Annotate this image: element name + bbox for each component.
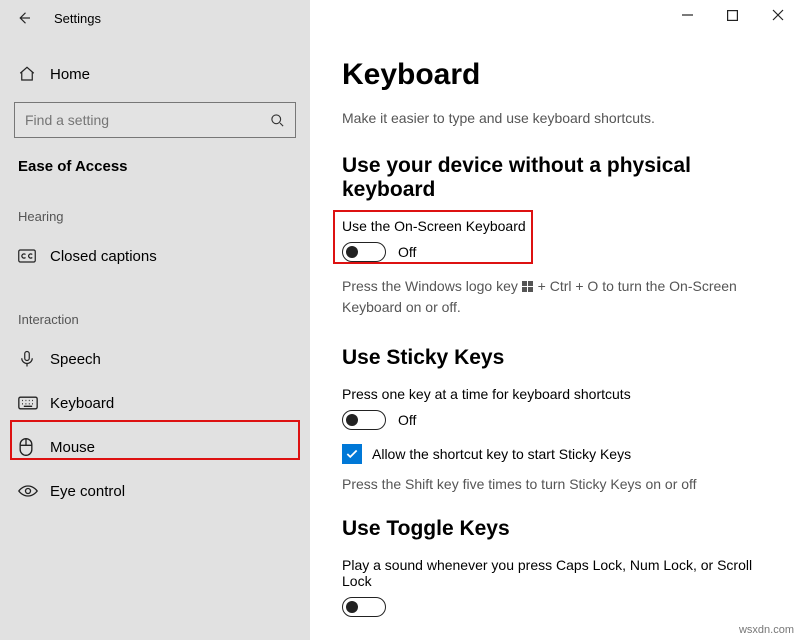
sticky-hint: Press the Shift key five times to turn S… bbox=[342, 474, 768, 495]
sticky-shortcut-checkbox[interactable] bbox=[342, 444, 362, 464]
nav-item-label: Speech bbox=[50, 351, 101, 368]
sticky-label: Press one key at a time for keyboard sho… bbox=[342, 386, 768, 402]
section-sticky-title: Use Sticky Keys bbox=[342, 346, 768, 370]
group-interaction: Interaction bbox=[0, 278, 310, 337]
close-button[interactable] bbox=[755, 0, 800, 30]
search-input[interactable] bbox=[25, 112, 270, 128]
sticky-toggle-state: Off bbox=[398, 412, 416, 428]
eye-icon bbox=[18, 484, 40, 498]
home-icon bbox=[18, 65, 40, 83]
nav-eye-control[interactable]: Eye control bbox=[0, 469, 310, 513]
nav-item-label: Eye control bbox=[50, 483, 125, 500]
osk-hint-a: Press the Windows logo key bbox=[342, 278, 522, 294]
annotation-highlight-osk bbox=[333, 210, 533, 264]
toggle-knob bbox=[346, 414, 358, 426]
page-subtitle: Make it easier to type and use keyboard … bbox=[342, 110, 768, 126]
app-title: Settings bbox=[54, 11, 101, 26]
maximize-button[interactable] bbox=[710, 0, 755, 30]
nav-speech[interactable]: Speech bbox=[0, 337, 310, 381]
speech-icon bbox=[18, 350, 40, 368]
back-button[interactable] bbox=[10, 4, 38, 32]
section-title: Ease of Access bbox=[0, 138, 310, 175]
window-controls bbox=[665, 0, 800, 30]
check-icon bbox=[345, 447, 359, 461]
titlebar: Settings bbox=[0, 0, 310, 36]
togglekeys-toggle[interactable] bbox=[342, 597, 386, 617]
section-osk-title: Use your device without a physical keybo… bbox=[342, 154, 768, 202]
nav-keyboard[interactable]: Keyboard bbox=[0, 381, 310, 425]
nav-home-label: Home bbox=[50, 66, 90, 83]
nav-closed-captions[interactable]: Closed captions bbox=[0, 234, 310, 278]
sticky-shortcut-label: Allow the shortcut key to start Sticky K… bbox=[372, 446, 631, 462]
sidebar: Settings Home Ease of Access Hearing Clo… bbox=[0, 0, 310, 640]
search-icon bbox=[270, 113, 285, 128]
nav-item-label: Keyboard bbox=[50, 395, 114, 412]
annotation-highlight-keyboard-nav bbox=[10, 420, 300, 460]
page-title: Keyboard bbox=[342, 58, 768, 92]
osk-hint: Press the Windows logo key + Ctrl + O to… bbox=[342, 276, 768, 318]
captions-icon bbox=[18, 249, 40, 263]
togglekeys-label: Play a sound whenever you press Caps Loc… bbox=[342, 557, 768, 589]
nav-item-label: Closed captions bbox=[50, 248, 157, 265]
nav-home[interactable]: Home bbox=[0, 54, 310, 94]
toggle-knob bbox=[346, 601, 358, 613]
watermark: wsxdn.com bbox=[739, 624, 794, 636]
minimize-button[interactable] bbox=[665, 0, 710, 30]
search-input-wrap[interactable] bbox=[14, 102, 296, 138]
section-togglekeys-title: Use Toggle Keys bbox=[342, 517, 768, 541]
arrow-left-icon bbox=[15, 9, 33, 27]
windows-logo-icon bbox=[522, 280, 534, 292]
group-hearing: Hearing bbox=[0, 175, 310, 234]
sticky-toggle[interactable] bbox=[342, 410, 386, 430]
keyboard-icon bbox=[18, 396, 40, 410]
content-pane: Keyboard Make it easier to type and use … bbox=[310, 0, 800, 640]
